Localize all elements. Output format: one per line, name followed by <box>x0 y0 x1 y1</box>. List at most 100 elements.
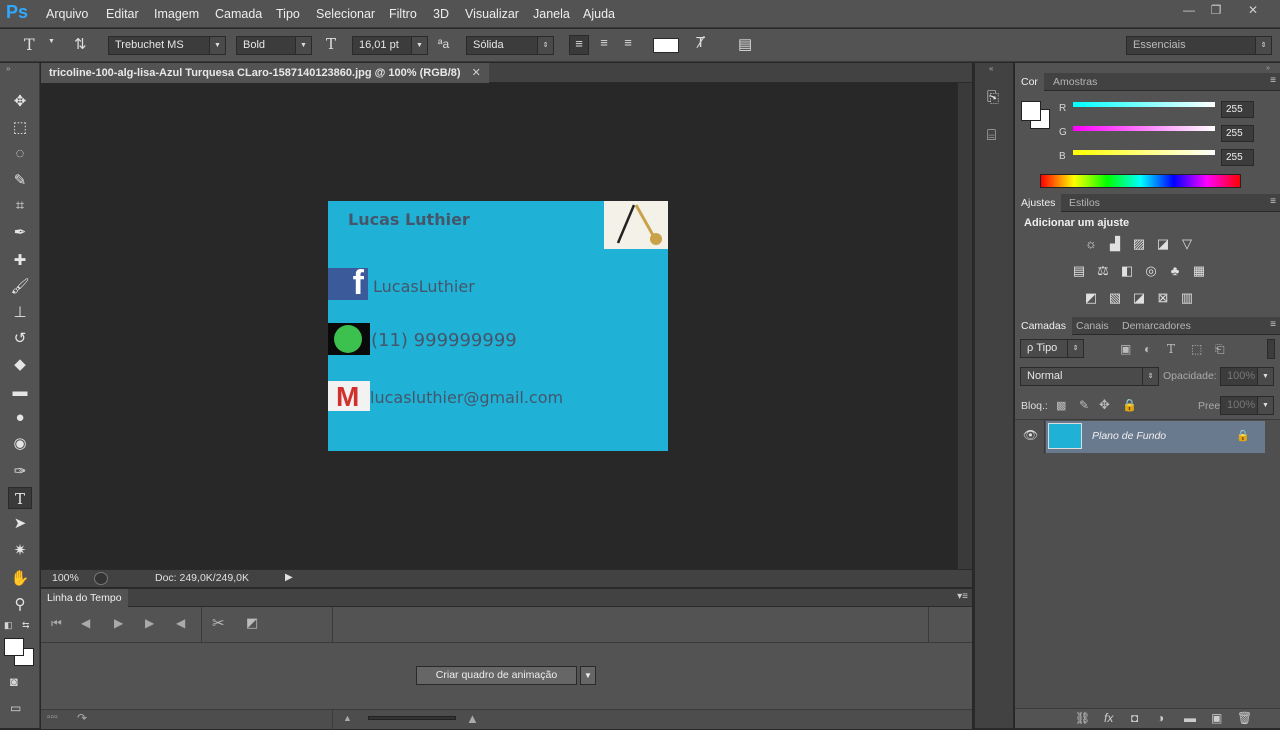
panel-menu-icon[interactable]: ▾≡ <box>957 591 968 602</box>
create-animation-button[interactable]: Criar quadro de animação <box>416 666 577 685</box>
quick-select-tool-icon[interactable]: ✎ <box>8 170 32 192</box>
menu-visualizar[interactable]: Visualizar <box>465 7 519 21</box>
minimize-icon[interactable]: — <box>1176 3 1202 19</box>
type-filter-icon[interactable]: T <box>1167 342 1175 356</box>
smart-object-filter-icon[interactable]: ⎗ <box>1215 342 1225 357</box>
path-select-tool-icon[interactable]: ➤ <box>8 513 32 535</box>
zoom-in-timeline-icon[interactable]: ▲ <box>466 711 479 726</box>
text-color-swatch[interactable] <box>653 38 679 53</box>
layer-filter-kind-select[interactable]: ρ Tipo ⇕ <box>1020 339 1084 358</box>
panel-menu-icon[interactable]: ≡ <box>1270 75 1276 86</box>
lock-position-icon[interactable]: ✥ <box>1099 397 1110 413</box>
menu-ajuda[interactable]: Ajuda <box>583 7 615 21</box>
restore-icon[interactable]: ❐ <box>1203 3 1229 19</box>
align-center-icon[interactable]: ≡ <box>594 35 614 50</box>
channel-b-slider[interactable] <box>1073 150 1215 155</box>
exposure-icon[interactable]: ◪ <box>1154 237 1172 251</box>
adjustment-filter-icon[interactable]: ◐ <box>1144 342 1151 356</box>
threshold-icon[interactable]: ◪ <box>1130 291 1148 305</box>
channel-b-value[interactable]: 255 <box>1221 149 1254 166</box>
menu-filtro[interactable]: Filtro <box>389 7 417 21</box>
hand-tool-icon[interactable]: ✋ <box>8 568 32 590</box>
document-canvas[interactable]: Lucas Luthier f LucasLuthier (11) 999999… <box>328 201 668 451</box>
curves-icon[interactable]: ▨ <box>1130 237 1148 251</box>
lock-all-icon[interactable]: 🔒 <box>1122 398 1137 412</box>
chevron-down-icon[interactable]: ▼ <box>48 38 55 45</box>
trash-icon[interactable]: 🗑 <box>1237 711 1252 725</box>
blur-tool-icon[interactable]: ● <box>8 407 32 429</box>
next-frame-icon[interactable]: ▶ <box>145 616 154 630</box>
collapse-panels-icon[interactable]: » <box>1266 65 1280 73</box>
history-brush-tool-icon[interactable]: ↺ <box>8 328 32 350</box>
shape-filter-icon[interactable]: ⬚ <box>1191 342 1202 356</box>
tab-amostras[interactable]: Amostras <box>1047 73 1103 91</box>
menu-camada[interactable]: Camada <box>215 7 262 21</box>
antialias-select[interactable]: Sólida ⇕ <box>466 36 554 55</box>
healing-tool-icon[interactable]: ✚ <box>8 250 32 272</box>
menu-imagem[interactable]: Imagem <box>154 7 199 21</box>
dodge-tool-icon[interactable]: ◉ <box>8 433 32 455</box>
vibrance-icon[interactable]: ▤ <box>1070 264 1088 278</box>
tab-canais[interactable]: Canais <box>1070 317 1115 335</box>
tab-camadas[interactable]: Camadas <box>1015 317 1072 335</box>
tab-cor[interactable]: Cor <box>1015 73 1044 91</box>
chevron-down-icon[interactable]: ▼ <box>580 666 596 685</box>
stamp-tool-icon[interactable]: ⊥ <box>8 302 32 324</box>
menu-janela[interactable]: Janela <box>533 7 570 21</box>
collapse-icon[interactable]: » <box>6 64 10 73</box>
lock-pixels-icon[interactable]: ✎ <box>1079 398 1089 412</box>
history-panel-icon[interactable]: ⎘ <box>987 89 999 106</box>
tab-estilos[interactable]: Estilos <box>1063 194 1106 212</box>
gradient-map-icon[interactable]: ▽ <box>1178 237 1196 251</box>
channel-r-value[interactable]: 255 <box>1221 101 1254 118</box>
quick-mask-icon[interactable]: ◙ <box>10 674 18 689</box>
zoom-level[interactable]: 100% <box>52 572 79 584</box>
timeline-tab[interactable]: Linha do Tempo <box>41 589 128 607</box>
channel-g-slider[interactable] <box>1073 126 1215 131</box>
blend-mode-select[interactable]: Normal ⇕ <box>1020 367 1159 386</box>
posterize-icon[interactable]: ▧ <box>1106 291 1124 305</box>
selective-color-icon[interactable]: ⊠ <box>1154 291 1172 305</box>
crop-tool-icon[interactable]: ⌗ <box>8 195 32 217</box>
brightness-icon[interactable]: ☼ <box>1082 237 1100 251</box>
menu-arquivo[interactable]: Arquivo <box>46 7 88 21</box>
pixel-filter-icon[interactable]: ▣ <box>1120 342 1131 356</box>
channel-g-value[interactable]: 255 <box>1221 125 1254 142</box>
close-tab-icon[interactable]: ✕ <box>472 67 481 79</box>
lock-transparent-icon[interactable]: ▩ <box>1056 399 1066 412</box>
frames-icon[interactable]: ▫▫▫ <box>47 712 58 723</box>
mask-icon[interactable]: ◘ <box>1131 711 1138 725</box>
default-colors-icon[interactable]: ◧ <box>4 620 13 631</box>
properties-panel-icon[interactable]: ⌸ <box>987 127 996 144</box>
convert-icon[interactable]: ↷ <box>77 711 87 725</box>
color-balance-icon[interactable]: ⚖ <box>1094 264 1112 278</box>
play-icon[interactable]: ▶ <box>114 616 123 630</box>
type-tool-icon[interactable]: T <box>8 487 32 509</box>
black-white-icon[interactable]: ◧ <box>1118 264 1136 278</box>
audio-icon[interactable]: ◀ <box>176 616 185 630</box>
new-layer-icon[interactable]: ▣ <box>1211 711 1222 725</box>
tab-demarcadores[interactable]: Demarcadores <box>1116 317 1197 335</box>
channel-mixer-icon[interactable]: ♣ <box>1166 264 1184 278</box>
document-tab[interactable]: tricoline-100-alg-lisa-Azul Turquesa CLa… <box>41 63 489 83</box>
menu-selecionar[interactable]: Selecionar <box>316 7 375 21</box>
filter-toggle[interactable] <box>1267 339 1275 359</box>
marquee-tool-icon[interactable]: ⬚ <box>8 117 32 139</box>
color-spectrum-ramp[interactable] <box>1040 174 1241 188</box>
menu-editar[interactable]: Editar <box>106 7 139 21</box>
foreground-color-swatch[interactable] <box>1021 101 1041 121</box>
eraser-tool-icon[interactable]: ◆ <box>8 354 32 376</box>
panel-menu-icon[interactable]: ≡ <box>1270 319 1276 330</box>
fx-icon[interactable]: fx <box>1104 711 1113 725</box>
align-right-icon[interactable]: ≡ <box>618 35 638 50</box>
warp-text-icon[interactable]: Ⱦ <box>696 34 705 51</box>
character-panel-icon[interactable]: ▤ <box>738 35 752 53</box>
channel-r-slider[interactable] <box>1073 102 1215 107</box>
opacity-field[interactable]: 100% ▼ <box>1220 367 1274 386</box>
status-menu-arrow-icon[interactable]: ▶ <box>285 572 293 583</box>
invert-icon[interactable]: ◩ <box>1082 291 1100 305</box>
gradient-tool-icon[interactable]: ▬ <box>8 381 32 403</box>
foreground-color-swatch[interactable] <box>4 638 24 656</box>
gradient-fill-icon[interactable]: ▥ <box>1178 291 1196 305</box>
zoom-out-timeline-icon[interactable]: ▲ <box>343 713 352 723</box>
